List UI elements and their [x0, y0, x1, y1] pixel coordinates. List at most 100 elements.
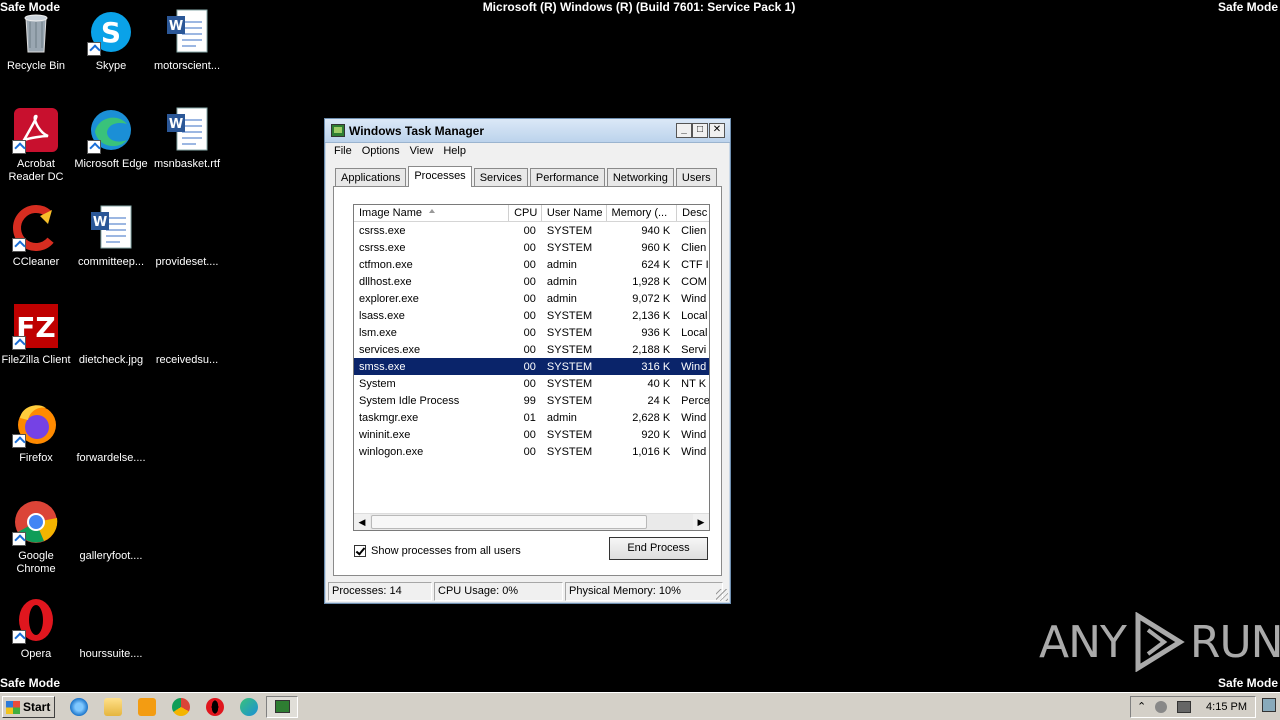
task-manager-window[interactable]: Windows Task Manager _ □ ✕ File Options …: [324, 118, 731, 604]
menu-help[interactable]: Help: [438, 143, 471, 161]
resize-grip-icon[interactable]: [716, 589, 728, 601]
menu-options[interactable]: Options: [357, 143, 405, 161]
cell-memory: 2,136 K: [632, 309, 671, 322]
desktop-icon-committeep[interactable]: W committeep...: [73, 204, 149, 269]
cell-image-name: ctfmon.exe: [359, 258, 413, 271]
cell-description: Perce: [681, 394, 709, 407]
table-row[interactable]: dllhost.exe 00 admin 1,928 K COM: [354, 273, 709, 290]
column-header-user-name[interactable]: User Name: [542, 205, 607, 221]
watermark-left-text: ANY: [1039, 616, 1127, 668]
network-disconnected-icon[interactable]: [1177, 701, 1191, 713]
cell-description: Clien: [681, 241, 707, 254]
cell-user-name: SYSTEM: [546, 343, 593, 356]
speaker-muted-icon[interactable]: [1155, 701, 1167, 713]
column-header-image-name[interactable]: Image Name: [354, 205, 510, 221]
tab-users[interactable]: Users: [675, 168, 717, 187]
desktop-icon-forwardelse[interactable]: forwardelse....: [73, 400, 149, 465]
tray-expand-icon[interactable]: ⌃: [1137, 700, 1146, 713]
menu-file[interactable]: File: [329, 143, 357, 161]
tab-applications[interactable]: Applications: [335, 168, 407, 187]
cell-image-name: csrss.exe: [359, 224, 406, 237]
task-manager-taskbar-button[interactable]: [266, 696, 298, 718]
minimize-button[interactable]: _: [676, 123, 692, 138]
cell-memory: 960 K: [641, 241, 671, 254]
media-player-icon[interactable]: [138, 698, 156, 716]
table-row[interactable]: csrss.exe 00 SYSTEM 940 K Clien: [354, 222, 709, 239]
table-row[interactable]: taskmgr.exe 01 admin 2,628 K Wind: [354, 409, 709, 426]
table-row[interactable]: lsm.exe 00 SYSTEM 936 K Local: [354, 324, 709, 341]
clock[interactable]: 4:15 PM: [1206, 701, 1247, 713]
menu-view[interactable]: View: [405, 143, 439, 161]
desktop-icon-microsoft-edge[interactable]: Microsoft Edge: [73, 106, 149, 171]
tab-processes[interactable]: Processes: [408, 166, 472, 187]
show-all-processes-checkbox[interactable]: Show processes from all users: [354, 545, 521, 557]
maximize-button[interactable]: □: [692, 123, 708, 138]
firefox-icon: [12, 400, 60, 448]
desktop-icon-provideset[interactable]: provideset....: [149, 204, 225, 269]
desktop-icon-firefox[interactable]: Firefox: [0, 400, 74, 465]
end-process-button[interactable]: End Process: [609, 537, 708, 560]
title-bar[interactable]: Windows Task Manager _ □ ✕: [325, 119, 730, 143]
watermark-right-text: RUN: [1189, 616, 1280, 668]
show-desktop-button[interactable]: [1262, 698, 1276, 712]
scroll-right-arrow-icon[interactable]: ▶: [693, 514, 709, 530]
table-row[interactable]: System 00 SYSTEM 40 K NT K: [354, 375, 709, 392]
cell-memory: 940 K: [641, 224, 671, 237]
desktop-icon-acrobat-reader[interactable]: Acrobat Reader DC: [0, 106, 74, 184]
cell-image-name: dllhost.exe: [359, 275, 412, 288]
table-row[interactable]: explorer.exe 00 admin 9,072 K Wind: [354, 290, 709, 307]
checkbox-checked-icon[interactable]: [354, 545, 366, 557]
window-title: Windows Task Manager: [349, 124, 485, 138]
scroll-left-arrow-icon[interactable]: ◀: [354, 514, 370, 530]
horizontal-scrollbar[interactable]: ◀ ▶: [354, 513, 709, 530]
table-row[interactable]: wininit.exe 00 SYSTEM 920 K Wind: [354, 426, 709, 443]
scroll-thumb[interactable]: [371, 515, 647, 529]
desktop-icon-recycle-bin[interactable]: Recycle Bin: [0, 8, 74, 73]
cell-description: Servi: [681, 343, 707, 356]
desktop-icon-label: galleryfoot....: [79, 550, 143, 562]
desktop-icon-filezilla[interactable]: FZ FileZilla Client: [0, 302, 74, 367]
word-document-icon: W: [87, 204, 135, 252]
chrome-icon[interactable]: [172, 698, 190, 716]
column-header-cpu[interactable]: CPU: [509, 205, 542, 221]
desktop-icon-dietcheck[interactable]: dietcheck.jpg: [73, 302, 149, 367]
tab-performance[interactable]: Performance: [529, 168, 605, 187]
acrobat-icon: [12, 106, 60, 154]
table-row[interactable]: ctfmon.exe 00 admin 624 K CTF I: [354, 256, 709, 273]
cell-user-name: SYSTEM: [546, 224, 593, 237]
column-header-description[interactable]: Desc: [677, 205, 709, 221]
blank-file-icon: [87, 596, 135, 644]
recycle-bin-icon: [12, 8, 60, 56]
opera-icon[interactable]: [206, 698, 224, 716]
desktop-icon-skype[interactable]: S Skype: [73, 8, 149, 73]
table-row[interactable]: csrss.exe 00 SYSTEM 960 K Clien: [354, 239, 709, 256]
desktop-icon-label: hourssuite....: [79, 648, 143, 660]
close-button[interactable]: ✕: [709, 123, 725, 138]
tab-services[interactable]: Services: [473, 168, 528, 187]
tab-networking[interactable]: Networking: [606, 168, 674, 187]
cell-memory: 9,072 K: [632, 292, 671, 305]
table-row[interactable]: System Idle Process 99 SYSTEM 24 K Perce: [354, 392, 709, 409]
desktop-icon-opera[interactable]: Opera: [0, 596, 74, 661]
desktop-icon-msnbasket[interactable]: W msnbasket.rtf: [149, 106, 225, 171]
status-physical-memory: Physical Memory: 10%: [565, 582, 723, 601]
task-manager-icon: [275, 700, 290, 713]
ie-icon[interactable]: [70, 698, 88, 716]
desktop-icon-google-chrome[interactable]: Google Chrome: [0, 498, 74, 576]
desktop-icon-receivedsu[interactable]: receivedsu...: [149, 302, 225, 367]
column-header-memory[interactable]: Memory (...: [607, 205, 678, 221]
desktop-icon-galleryfoot[interactable]: galleryfoot....: [73, 498, 149, 563]
table-row[interactable]: winlogon.exe 00 SYSTEM 1,016 K Wind: [354, 443, 709, 460]
table-row[interactable]: services.exe 00 SYSTEM 2,188 K Servi: [354, 341, 709, 358]
table-row[interactable]: lsass.exe 00 SYSTEM 2,136 K Local: [354, 307, 709, 324]
process-list[interactable]: Image Name CPU User Name Memory (... Des…: [353, 204, 710, 531]
desktop-icon-ccleaner[interactable]: CCleaner: [0, 204, 74, 269]
desktop-icon-hourssuite[interactable]: hourssuite....: [73, 596, 149, 661]
explorer-folder-icon[interactable]: [104, 698, 122, 716]
desktop-icon-motorscient[interactable]: W motorscient...: [149, 8, 225, 73]
cell-user-name: SYSTEM: [546, 241, 593, 254]
start-button[interactable]: Start: [2, 696, 55, 718]
table-row[interactable]: smss.exe 00 SYSTEM 316 K Wind: [354, 358, 709, 375]
safe-mode-label-bottom-left: Safe Mode: [0, 676, 61, 690]
edge-icon[interactable]: [240, 698, 258, 716]
